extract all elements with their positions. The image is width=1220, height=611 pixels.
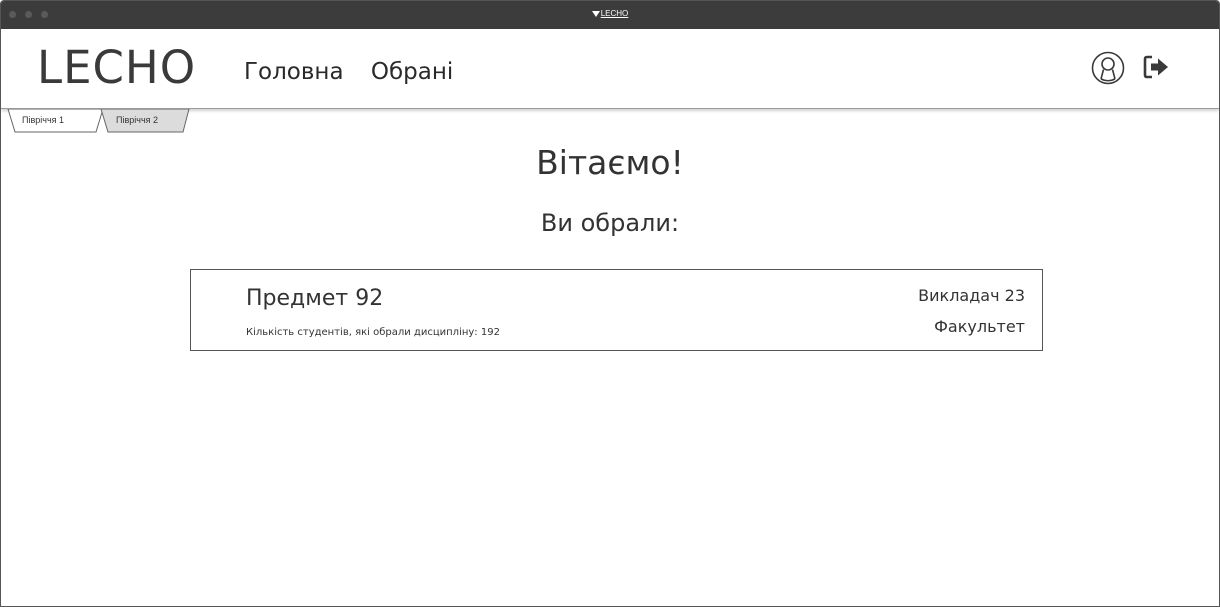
user-circle-icon[interactable] xyxy=(1091,51,1125,85)
window-title: LECHO xyxy=(1,9,1219,18)
window-title-text: LECHO xyxy=(600,9,629,18)
window-titlebar: LECHO xyxy=(1,1,1219,29)
course-students-count: Кількість студентів, які обрали дисциплі… xyxy=(246,327,500,338)
course-card[interactable]: Предмет 92 Кількість студентів, які обра… xyxy=(190,269,1043,351)
selection-heading: Ви обрали: xyxy=(540,209,680,237)
tab-semester-1[interactable]: Півріччя 1 xyxy=(22,115,64,125)
course-faculty: Факультет xyxy=(934,317,1025,336)
logout-icon[interactable] xyxy=(1143,55,1171,79)
course-teacher: Викладач 23 xyxy=(918,286,1025,305)
nav-home-link[interactable]: Головна xyxy=(244,59,344,85)
funnel-icon xyxy=(591,10,600,17)
app-window: LECHO LECHO Головна Обрані Півріччя 1 Пі… xyxy=(0,0,1220,607)
semester-tabs: Півріччя 1 Півріччя 2 xyxy=(1,109,201,133)
course-subject: Предмет 92 xyxy=(246,286,384,311)
welcome-heading: Вітаємо! xyxy=(536,143,684,182)
site-logo[interactable]: LECHO xyxy=(37,43,196,93)
nav-favorites-link[interactable]: Обрані xyxy=(371,59,453,85)
main-nav: Головна Обрані xyxy=(244,59,473,85)
site-header: LECHO Головна Обрані xyxy=(1,29,1219,109)
tab-semester-2[interactable]: Півріччя 2 xyxy=(116,115,158,125)
